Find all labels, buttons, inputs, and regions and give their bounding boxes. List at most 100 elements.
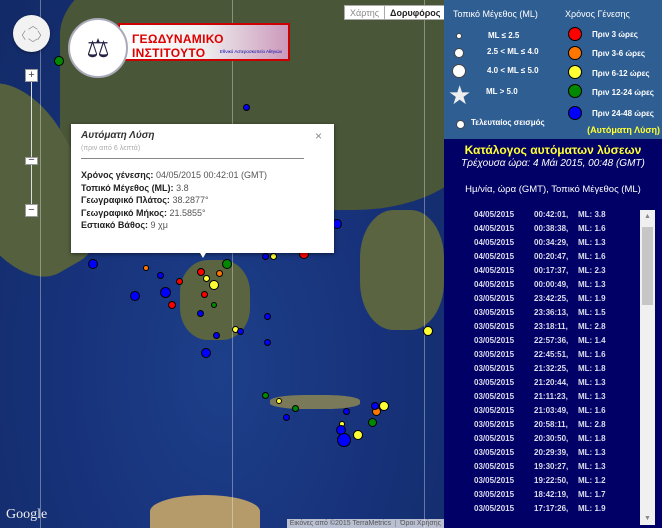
quake-marker[interactable] — [168, 301, 176, 309]
zoom-in-button[interactable]: + — [25, 69, 38, 82]
quake-marker[interactable] — [130, 291, 140, 301]
quake-marker[interactable] — [176, 278, 183, 285]
quake-marker[interactable] — [88, 259, 98, 269]
catalog-scrollbar[interactable]: ▲ ▼ — [640, 210, 655, 525]
quake-marker[interactable] — [283, 414, 290, 421]
zoom-slider-track[interactable] — [31, 82, 32, 207]
quake-marker[interactable] — [143, 265, 149, 271]
item-date: 03/05/2015 — [474, 490, 515, 499]
quake-marker[interactable] — [203, 275, 210, 282]
item-date: 03/05/2015 — [474, 378, 515, 387]
magnitude-value: 3.8 — [176, 182, 189, 193]
quake-marker[interactable] — [276, 398, 282, 404]
catalog-item[interactable]: 04/05/2015 00:20:47, ML: 1.6 — [474, 252, 640, 266]
quake-marker[interactable] — [262, 253, 269, 260]
quake-marker[interactable] — [262, 392, 269, 399]
catalog-item[interactable]: 04/05/2015 00:34:29, ML: 1.3 — [474, 238, 640, 252]
catalog-item[interactable]: 03/05/2015 23:36:13, ML: 1.5 — [474, 308, 640, 322]
map-type-map-button[interactable]: Χάρτης — [344, 5, 386, 20]
quake-marker[interactable] — [216, 270, 223, 277]
quake-marker[interactable] — [264, 339, 271, 346]
catalog-item[interactable]: 03/05/2015 19:30:27, ML: 1.3 — [474, 462, 640, 476]
quake-marker[interactable] — [371, 402, 379, 410]
catalog-item[interactable]: 04/05/2015 00:42:01, ML: 3.8 — [474, 210, 640, 224]
time-label: Πριν 3-6 ώρες — [592, 49, 646, 58]
quake-marker[interactable] — [160, 287, 171, 298]
catalog-item[interactable]: 03/05/2015 21:11:23, ML: 1.3 — [474, 392, 640, 406]
legend: Τοπικό Μέγεθος (ML) Χρόνος Γένεσης ML ≤ … — [444, 0, 662, 139]
item-time: 19:22:50, — [534, 476, 569, 485]
terms-link[interactable]: Όροι Χρήσης — [395, 520, 441, 527]
catalog-item[interactable]: 03/05/2015 21:20:44, ML: 1.3 — [474, 378, 640, 392]
catalog-item[interactable]: 04/05/2015 00:38:38, ML: 1.6 — [474, 224, 640, 238]
zoom-out-button[interactable]: − — [25, 204, 38, 217]
earthquake-map[interactable]: ︿ 〈 〉 ﹀ + − − ΓΕΩΔΥΝΑΜΙΚΟ ΙΝΣΤΙΤΟΥΤΟ Εθνι… — [0, 0, 444, 528]
zoom-slider-handle[interactable]: − — [25, 155, 38, 166]
item-date: 03/05/2015 — [474, 406, 515, 415]
catalog-item[interactable]: 03/05/2015 20:29:39, ML: 1.3 — [474, 448, 640, 462]
quake-marker[interactable] — [292, 405, 299, 412]
catalog-item[interactable]: 03/05/2015 18:42:19, ML: 1.7 — [474, 490, 640, 504]
catalog-item[interactable]: 03/05/2015 22:45:51, ML: 1.6 — [474, 350, 640, 364]
item-magnitude: ML: 1.3 — [578, 448, 606, 457]
size-medium-icon — [454, 48, 464, 58]
scrollbar-thumb[interactable] — [642, 227, 653, 305]
quake-marker[interactable] — [243, 104, 250, 111]
quake-marker[interactable] — [368, 418, 377, 427]
item-date: 03/05/2015 — [474, 364, 515, 373]
item-time: 00:42:01, — [534, 210, 569, 219]
quake-marker[interactable] — [211, 302, 217, 308]
catalog-item[interactable]: 03/05/2015 22:57:36, ML: 1.4 — [474, 336, 640, 350]
time-label: Πριν 3 ώρες — [592, 30, 638, 39]
quake-marker[interactable] — [237, 328, 244, 335]
item-magnitude: ML: 3.8 — [578, 210, 606, 219]
catalog-item[interactable]: 03/05/2015 21:32:25, ML: 1.8 — [474, 364, 640, 378]
catalog-item[interactable]: 03/05/2015 19:22:50, ML: 1.2 — [474, 476, 640, 490]
quake-marker[interactable] — [209, 280, 219, 290]
auto-solution-note: (Αυτόματη Λύση) — [587, 125, 660, 135]
catalog-item[interactable]: 03/05/2015 23:18:11, ML: 2.8 — [474, 322, 640, 336]
item-time: 21:32:25, — [534, 364, 569, 373]
item-time: 20:30:50, — [534, 434, 569, 443]
quake-marker[interactable] — [157, 272, 164, 279]
quake-marker[interactable] — [270, 253, 277, 260]
pan-control[interactable]: ︿ 〈 〉 ﹀ — [13, 15, 50, 52]
last-quake-icon — [456, 120, 465, 129]
quake-marker[interactable] — [222, 259, 232, 269]
pan-down-icon[interactable]: ﹀ — [28, 35, 38, 50]
color-red-icon — [568, 27, 582, 41]
quake-marker[interactable] — [201, 348, 211, 358]
close-icon[interactable]: × — [315, 129, 322, 143]
item-date: 04/05/2015 — [474, 238, 515, 247]
quake-marker[interactable] — [54, 56, 64, 66]
pan-left-icon[interactable]: 〈 — [16, 27, 26, 42]
catalog-item[interactable]: 03/05/2015 21:03:49, ML: 1.6 — [474, 406, 640, 420]
quake-marker[interactable] — [201, 291, 208, 298]
land-turkey — [360, 210, 444, 330]
time-legend-title: Χρόνος Γένεσης — [565, 9, 630, 19]
quake-marker[interactable] — [213, 332, 220, 339]
logo-title: ΓΕΩΔΥΝΑΜΙΚΟ ΙΝΣΤΙΤΟΥΤΟ — [132, 32, 224, 60]
catalog-item[interactable]: 04/05/2015 00:00:49, ML: 1.3 — [474, 280, 640, 294]
item-magnitude: ML: 1.9 — [578, 294, 606, 303]
scroll-up-icon[interactable]: ▲ — [640, 213, 655, 220]
item-magnitude: ML: 1.3 — [578, 392, 606, 401]
quake-marker[interactable] — [423, 326, 433, 336]
quake-marker[interactable] — [337, 433, 351, 447]
catalog-item[interactable]: 03/05/2015 23:42:25, ML: 1.9 — [474, 294, 640, 308]
catalog-item[interactable]: 03/05/2015 17:17:26, ML: 1.9 — [474, 504, 640, 518]
item-time: 23:36:13, — [534, 308, 569, 317]
quake-marker[interactable] — [264, 313, 271, 320]
quake-info-popup: Αυτόματη Λύση (πριν από 6 λεπτά) Χρόνος … — [71, 124, 334, 258]
scroll-down-icon[interactable]: ▼ — [640, 515, 655, 522]
catalog-item[interactable]: 04/05/2015 00:17:37, ML: 2.3 — [474, 266, 640, 280]
catalog-list[interactable]: 04/05/2015 00:42:01, ML: 3.8 04/05/2015 00:3… — [474, 210, 640, 525]
catalog-item[interactable]: 03/05/2015 20:58:11, ML: 2.8 — [474, 420, 640, 434]
quake-marker[interactable] — [353, 430, 363, 440]
quake-marker[interactable] — [197, 310, 204, 317]
map-type-satellite-button[interactable]: Δορυφόρος — [384, 5, 444, 20]
quake-marker[interactable] — [343, 408, 350, 415]
item-time: 19:30:27, — [534, 462, 569, 471]
pan-right-icon[interactable]: 〉 — [37, 27, 47, 42]
catalog-item[interactable]: 03/05/2015 20:30:50, ML: 1.8 — [474, 434, 640, 448]
